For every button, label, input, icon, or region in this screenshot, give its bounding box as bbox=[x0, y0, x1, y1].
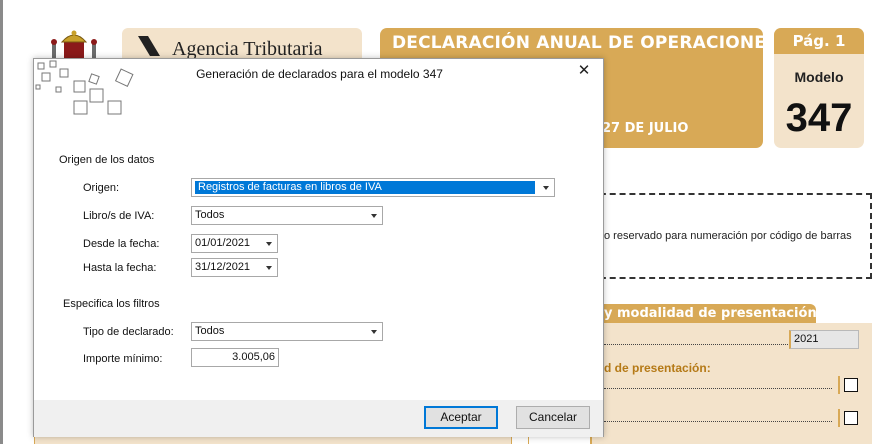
origen-selected-value: Registros de facturas en libros de IVA bbox=[194, 180, 536, 195]
desde-value: 01/01/2021 bbox=[195, 237, 251, 249]
close-icon[interactable]: ✕ bbox=[575, 62, 593, 80]
libros-selected-value: Todos bbox=[195, 209, 225, 221]
coat-of-arms-icon bbox=[51, 30, 97, 60]
dotted-leader bbox=[604, 344, 788, 345]
origen-section-title: Origen de los datos bbox=[59, 154, 155, 166]
importe-input[interactable]: 3.005,06 bbox=[191, 348, 279, 367]
tipo-selected-value: Todos bbox=[195, 325, 225, 337]
tipo-label: Tipo de declarado: bbox=[83, 326, 174, 338]
libros-label: Libro/s de IVA: bbox=[83, 210, 155, 222]
section-tab-label: y modalidad de presentación bbox=[604, 306, 817, 321]
dropdown-arrow-icon bbox=[266, 266, 272, 270]
dropdown-arrow-icon bbox=[371, 214, 377, 218]
hasta-date-picker[interactable]: 31/12/2021 bbox=[191, 258, 278, 277]
importe-label: Importe mínimo: bbox=[83, 353, 163, 365]
dropdown-arrow-icon bbox=[543, 186, 549, 190]
libros-select[interactable]: Todos bbox=[191, 206, 383, 225]
field-accent bbox=[838, 409, 840, 427]
desde-label: Desde la fecha: bbox=[83, 238, 160, 250]
filtros-section-title: Especifica los filtros bbox=[63, 298, 160, 310]
dialog-title: Generación de declarados para el modelo … bbox=[196, 67, 443, 81]
modalidad-label: d de presentación: bbox=[604, 361, 711, 375]
modelo-number: 347 bbox=[785, 96, 853, 140]
hasta-value: 31/12/2021 bbox=[195, 261, 251, 273]
tipo-select[interactable]: Todos bbox=[191, 322, 383, 341]
dotted-leader bbox=[604, 388, 832, 389]
hasta-label: Hasta la fecha: bbox=[83, 262, 157, 274]
dropdown-arrow-icon bbox=[266, 242, 272, 246]
desde-date-picker[interactable]: 01/01/2021 bbox=[191, 234, 278, 253]
form-bottom-band bbox=[34, 436, 512, 444]
origen-label: Origen: bbox=[83, 182, 120, 194]
page-left-border bbox=[0, 0, 3, 444]
barcode-area-text: o reservado para numeración por código d… bbox=[604, 230, 852, 242]
modalidad-checkbox-1[interactable] bbox=[844, 378, 858, 392]
form-title: DECLARACIÓN ANUAL DE OPERACIONES bbox=[392, 33, 779, 53]
accept-button[interactable]: Aceptar bbox=[424, 406, 498, 429]
page-label: Pág. 1 bbox=[792, 32, 846, 50]
cancel-button[interactable]: Cancelar bbox=[516, 406, 590, 429]
form-title-deadline: 27 DE JULIO bbox=[602, 121, 689, 136]
year-field[interactable]: 2021 bbox=[789, 330, 859, 349]
form-bottom-line bbox=[528, 436, 529, 444]
generation-dialog: Generación de declarados para el modelo … bbox=[33, 58, 604, 437]
dotted-leader bbox=[604, 421, 832, 422]
origen-select[interactable]: Registros de facturas en libros de IVA bbox=[191, 178, 555, 197]
modelo-label: Modelo bbox=[794, 69, 844, 85]
dropdown-arrow-icon bbox=[371, 330, 377, 334]
modalidad-checkbox-2[interactable] bbox=[844, 411, 858, 425]
field-accent bbox=[838, 376, 840, 394]
agency-logo-icon bbox=[138, 36, 160, 56]
